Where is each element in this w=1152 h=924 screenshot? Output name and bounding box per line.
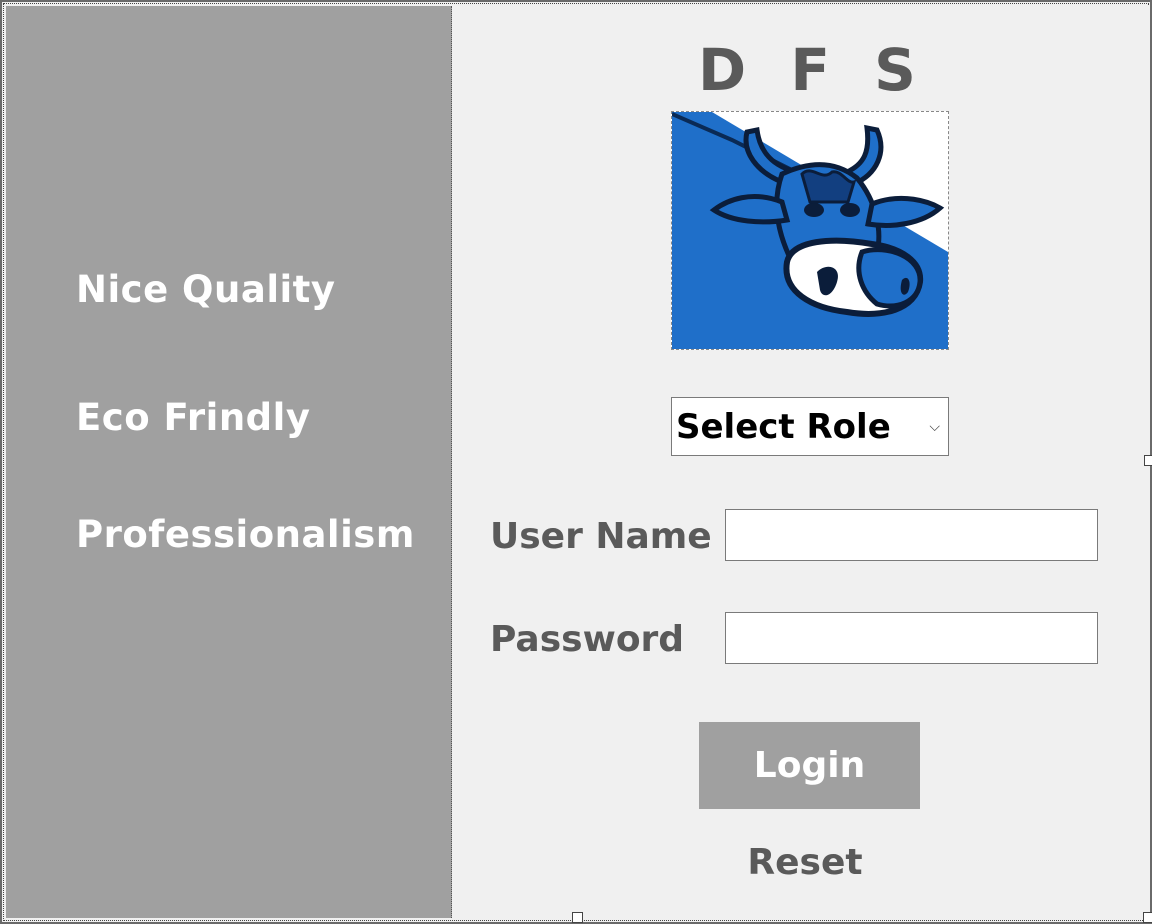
- login-button[interactable]: Login: [699, 722, 920, 809]
- left-panel: Nice Quality Eco Frindly Professionalism: [6, 6, 452, 918]
- role-select[interactable]: Select Role ⌵: [671, 397, 949, 456]
- resize-handle-right[interactable]: [1144, 455, 1152, 466]
- cow-head-logo-icon: [671, 111, 949, 350]
- tagline-professionalism: Professionalism: [76, 513, 415, 556]
- username-label: User Name: [490, 516, 712, 557]
- password-field[interactable]: [725, 612, 1098, 664]
- resize-handle-corner[interactable]: [1143, 912, 1152, 923]
- brand-title: D F S: [698, 36, 928, 104]
- resize-handle-bottom[interactable]: [572, 912, 583, 923]
- password-label: Password: [490, 619, 685, 660]
- tagline-eco-friendly: Eco Frindly: [76, 396, 311, 439]
- chevron-down-icon[interactable]: ⌵: [929, 419, 940, 435]
- tagline-nice-quality: Nice Quality: [76, 268, 336, 311]
- login-window: Nice Quality Eco Frindly Professionalism…: [0, 0, 1152, 924]
- role-select-value: Select Role: [676, 406, 891, 447]
- right-panel: D F S Select Role ⌵ User Name Password L…: [452, 6, 1150, 918]
- reset-link[interactable]: Reset: [452, 842, 1150, 883]
- username-field[interactable]: [725, 509, 1098, 561]
